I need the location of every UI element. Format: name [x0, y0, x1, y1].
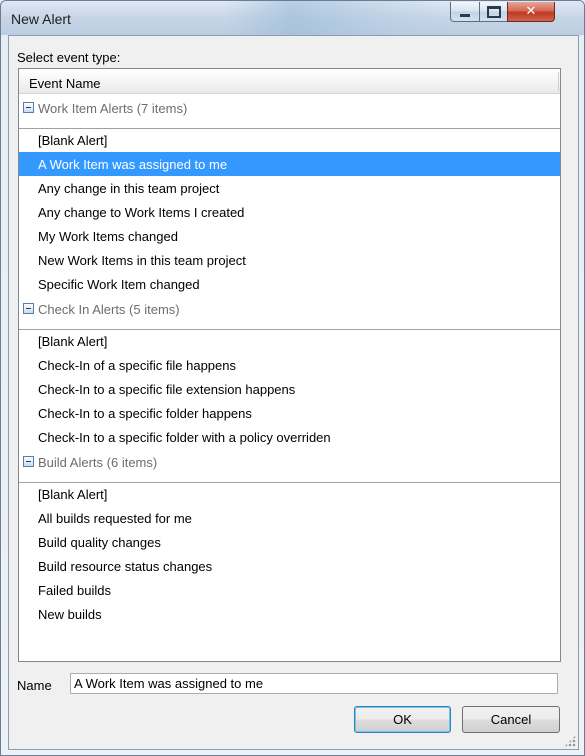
list-item-label: Build quality changes — [38, 535, 161, 550]
select-event-type-label: Select event type: — [17, 50, 121, 65]
list-item[interactable]: Build resource status changes — [19, 554, 560, 578]
event-type-list[interactable]: Event Name Work Item Alerts (7 items) [Bl… — [18, 68, 561, 662]
list-item-label: Check-In of a specific file happens — [38, 358, 236, 373]
group-header[interactable]: Build Alerts (6 items) — [19, 449, 560, 483]
list-header: Event Name — [19, 69, 560, 94]
list-item-label: [Blank Alert] — [38, 133, 108, 148]
title-bar[interactable]: New Alert ✕ — [1, 1, 584, 35]
list-item[interactable]: My Work Items changed — [19, 224, 560, 248]
list-item-label: All builds requested for me — [38, 511, 192, 526]
group-label: Build Alerts (6 items) — [38, 455, 158, 470]
group-header[interactable]: Check In Alerts (5 items) — [19, 296, 560, 330]
group-header[interactable]: Work Item Alerts (7 items) — [19, 95, 560, 129]
collapse-icon[interactable] — [23, 303, 34, 314]
maximize-button[interactable] — [479, 2, 508, 22]
ok-button[interactable]: OK — [354, 706, 451, 733]
list-item-label: Check-In to a specific file extension ha… — [38, 382, 296, 397]
list-item[interactable]: A Work Item was assigned to me — [19, 152, 560, 176]
list-item[interactable]: New Work Items in this team project — [19, 248, 560, 272]
title-bar-glass — [226, 1, 446, 35]
list-item-label: Check-In to a specific folder with a pol… — [38, 430, 331, 445]
list-item[interactable]: Check-In to a specific folder with a pol… — [19, 425, 560, 449]
collapse-icon[interactable] — [23, 456, 34, 467]
list-item-label: My Work Items changed — [38, 229, 178, 244]
column-header-event-name[interactable]: Event Name — [21, 72, 559, 91]
list-item[interactable]: [Blank Alert] — [19, 329, 560, 353]
collapse-icon[interactable] — [23, 102, 34, 113]
maximize-icon — [486, 5, 501, 18]
list-item-label: Specific Work Item changed — [38, 277, 200, 292]
list-item[interactable]: Build quality changes — [19, 530, 560, 554]
list-item[interactable]: [Blank Alert] — [19, 128, 560, 152]
list-item[interactable]: All builds requested for me — [19, 506, 560, 530]
column-header-label: Event Name — [29, 76, 101, 91]
window-title: New Alert — [11, 11, 71, 27]
group-label: Work Item Alerts (7 items) — [38, 101, 188, 116]
minimize-button[interactable] — [450, 2, 480, 22]
close-button[interactable]: ✕ — [507, 2, 555, 22]
dialog-body: Select event type: Event Name Work Item … — [8, 35, 579, 750]
name-label: Name — [17, 678, 52, 693]
list-item-label: [Blank Alert] — [38, 487, 108, 502]
list-item-label: Build resource status changes — [38, 559, 213, 574]
list-item-label: Check-In to a specific folder happens — [38, 406, 252, 421]
list-item-label: Any change to Work Items I created — [38, 205, 245, 220]
list-item-label: Failed builds — [38, 583, 111, 598]
list-item[interactable]: Specific Work Item changed — [19, 272, 560, 296]
list-item-label: New builds — [38, 607, 102, 622]
close-icon: ✕ — [525, 4, 537, 19]
list-item[interactable]: Check-In to a specific folder happens — [19, 401, 560, 425]
name-input[interactable] — [70, 673, 558, 694]
list-item[interactable]: [Blank Alert] — [19, 482, 560, 506]
cancel-button[interactable]: Cancel — [462, 706, 560, 733]
list-item[interactable]: Any change to Work Items I created — [19, 200, 560, 224]
list-item[interactable]: Failed builds — [19, 578, 560, 602]
list-item[interactable]: Check-In of a specific file happens — [19, 353, 560, 377]
resize-grip[interactable] — [564, 735, 576, 747]
list-item-label: [Blank Alert] — [38, 334, 108, 349]
minimize-icon — [460, 13, 470, 17]
group-label: Check In Alerts (5 items) — [38, 302, 180, 317]
list-item[interactable]: New builds — [19, 602, 560, 626]
list-item[interactable]: Any change in this team project — [19, 176, 560, 200]
list-item-label: A Work Item was assigned to me — [38, 157, 228, 172]
new-alert-dialog: New Alert ✕ Select event type: Event Nam… — [0, 0, 585, 756]
list-item[interactable]: Check-In to a specific file extension ha… — [19, 377, 560, 401]
list-item-label: Any change in this team project — [38, 181, 220, 196]
list-item-label: New Work Items in this team project — [38, 253, 246, 268]
